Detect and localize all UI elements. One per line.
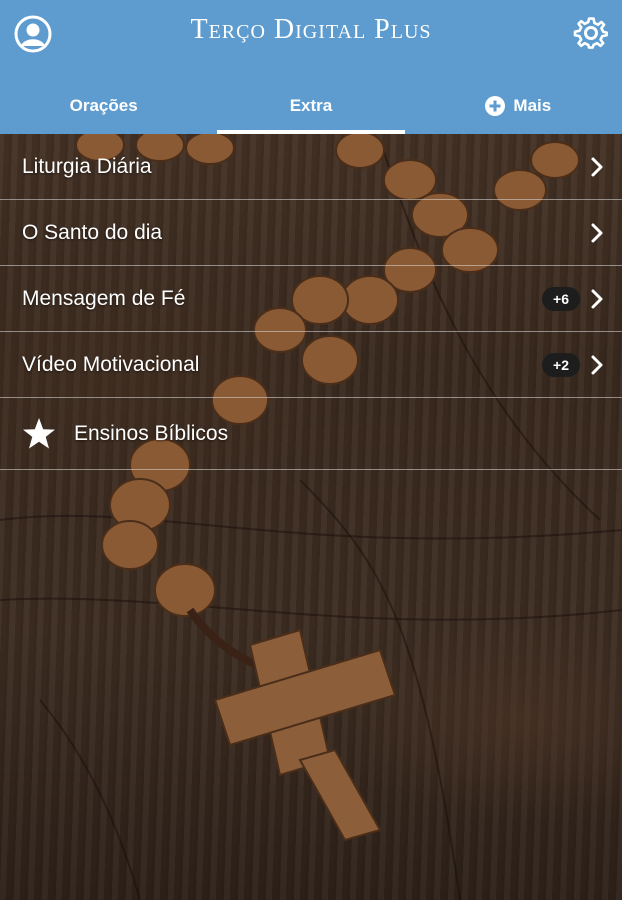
star-icon	[23, 417, 55, 448]
plus-circle-icon	[485, 96, 506, 116]
chevron-right-icon	[591, 355, 603, 374]
tab-label: Orações	[69, 96, 138, 115]
menu-item-label: Ensinos Bíblicos	[74, 421, 229, 445]
tab-label: Extra	[289, 96, 333, 115]
menu-item-label: Mensagem de Fé	[22, 286, 186, 310]
app-title: Terço Digital Plus	[190, 14, 432, 45]
count-badge: +6	[542, 286, 580, 311]
chevron-right-icon	[591, 289, 603, 308]
extra-menu-list: Liturgia Diária O Santo do dia Mensagem …	[0, 134, 622, 470]
tab-label: Mais	[513, 96, 552, 115]
tab-mais[interactable]: Mais	[415, 78, 622, 134]
chevron-right-icon	[591, 157, 603, 176]
menu-item-video-motivacional[interactable]: Vídeo Motivacional +2	[0, 332, 622, 398]
menu-item-liturgia-diaria[interactable]: Liturgia Diária	[0, 134, 622, 200]
menu-item-santo-do-dia[interactable]: O Santo do dia	[0, 200, 622, 266]
chevron-right-icon	[591, 223, 603, 242]
count-badge: +2	[542, 352, 580, 377]
menu-item-label: Liturgia Diária	[22, 154, 152, 178]
tab-bar: Orações Extra Mais	[0, 78, 622, 134]
tab-oracoes[interactable]: Orações	[0, 78, 207, 134]
menu-item-label: O Santo do dia	[22, 220, 163, 244]
tab-extra[interactable]: Extra	[207, 78, 414, 134]
gear-icon[interactable]	[573, 15, 609, 51]
app-header: Terço Digital Plus Orações Extra Mais	[0, 0, 622, 134]
menu-item-ensinos-biblicos[interactable]: Ensinos Bíblicos	[0, 398, 622, 470]
menu-item-label: Vídeo Motivacional	[22, 352, 200, 376]
menu-item-mensagem-de-fe[interactable]: Mensagem de Fé +6	[0, 266, 622, 332]
